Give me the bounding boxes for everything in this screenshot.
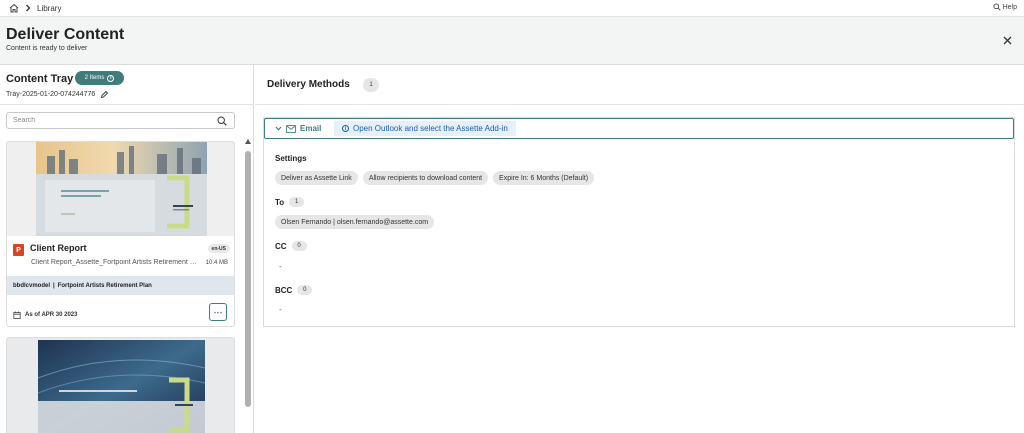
meta-separator: | xyxy=(53,282,55,289)
delivery-methods-count: 1 xyxy=(363,78,379,92)
pencil-icon[interactable] xyxy=(100,90,109,99)
file-name: Client Report_Assette_Fortpoint Artists … xyxy=(31,259,201,266)
settings-label-text: Settings xyxy=(275,154,307,163)
settings-label: Settings xyxy=(275,154,307,163)
tray-scrollbar[interactable] xyxy=(243,139,253,433)
mail-icon xyxy=(286,124,296,133)
cc-label: CC 0 xyxy=(275,241,307,251)
settings-chips: Deliver as Assette Link Allow recipients… xyxy=(275,171,595,185)
setting-chip-allow-download[interactable]: Allow recipients to download content xyxy=(362,171,489,185)
search-icon[interactable] xyxy=(217,116,227,126)
search-input[interactable] xyxy=(7,113,202,128)
setting-chip-expire[interactable]: Expire In: 6 Months (Default) xyxy=(493,171,595,185)
setting-chip-assette-link[interactable]: Deliver as Assette Link xyxy=(275,171,358,185)
powerpoint-icon: P xyxy=(13,244,24,256)
chevron-right-icon xyxy=(24,4,32,12)
outlook-instruction: i Open Outlook and select the Assette Ad… xyxy=(334,121,516,136)
meta-user: bbdlcvmodel xyxy=(13,282,51,289)
cc-count: 0 xyxy=(291,241,307,251)
bcc-empty: - xyxy=(279,305,282,314)
help-label: Help xyxy=(1002,3,1017,11)
more-icon: ⋯ xyxy=(213,306,223,317)
more-options-button[interactable]: ⋯ xyxy=(209,303,227,321)
cc-label-text: CC xyxy=(275,241,287,251)
info-icon: i xyxy=(342,125,349,132)
content-card[interactable]: P Client Report en-US Client Report_Asse… xyxy=(6,141,235,327)
email-method-panel: Email i Open Outlook and select the Asse… xyxy=(263,117,1015,327)
bcc-count: 0 xyxy=(297,285,313,295)
metadata-band: bbdlcvmodel | Fortpoint Artists Retireme… xyxy=(7,276,234,295)
close-icon xyxy=(1003,36,1011,44)
chevron-down-icon xyxy=(275,126,282,131)
page-title: Deliver Content xyxy=(6,26,125,43)
as-of-date: As of APR 30 2023 xyxy=(25,312,78,318)
email-method-header: Email i Open Outlook and select the Asse… xyxy=(264,118,1014,139)
email-toggle[interactable]: Email xyxy=(265,119,335,138)
search-box xyxy=(6,112,235,129)
info-icon: i xyxy=(107,74,115,82)
file-size: 10.4 MB xyxy=(205,260,228,266)
outlook-instruction-text: Open Outlook and select the Assette Add-… xyxy=(353,124,508,133)
page-subtitle: Content is ready to deliver xyxy=(6,45,88,52)
to-label: To 1 xyxy=(275,197,305,207)
close-button[interactable] xyxy=(1002,35,1012,45)
to-recipients: Olsen Fernando | olsen.fernando@assette.… xyxy=(275,215,435,229)
home-icon[interactable] xyxy=(9,3,19,13)
document-row: P Client Report en-US xyxy=(13,242,230,256)
tray-id-row: Tray-2025-01-20-074244776 xyxy=(6,90,109,99)
help-search-icon xyxy=(993,3,1001,11)
bcc-label-text: BCC xyxy=(275,285,293,295)
scrollbar-thumb[interactable] xyxy=(245,151,251,407)
to-label-text: To xyxy=(275,197,285,207)
items-count-badge[interactable]: 2 Items i xyxy=(75,71,124,85)
content-tray-panel: Content Tray 2 Items i Tray-2025-01-20-0… xyxy=(0,65,254,433)
report-thumbnail xyxy=(7,338,234,433)
email-label: Email xyxy=(300,124,322,133)
scroll-up-icon[interactable] xyxy=(245,139,251,144)
meta-plan: Fortpoint Artists Retirement Plan xyxy=(57,282,152,289)
document-name[interactable]: Client Report xyxy=(30,243,87,253)
items-count-label: 2 Items xyxy=(84,75,105,81)
breadcrumb-library[interactable]: Library xyxy=(37,4,61,13)
delivery-methods-panel: Delivery Methods 1 Email i Open Outlook … xyxy=(255,65,1024,433)
to-count: 1 xyxy=(289,197,305,207)
help-link[interactable]: Help xyxy=(993,3,1017,11)
divider xyxy=(0,104,254,105)
report-thumbnail xyxy=(7,142,234,236)
divider xyxy=(255,104,1024,105)
cc-empty: - xyxy=(279,262,282,271)
content-card[interactable] xyxy=(6,337,235,433)
recipient-chip[interactable]: Olsen Fernando | olsen.fernando@assette.… xyxy=(275,215,435,229)
bcc-label: BCC 0 xyxy=(275,285,313,295)
content-tray-title: Content Tray xyxy=(6,73,74,85)
as-of-row: As of APR 30 2023 xyxy=(13,311,77,319)
tray-id: Tray-2025-01-20-074244776 xyxy=(6,91,96,98)
calendar-icon xyxy=(13,311,21,319)
top-bar: Library Help xyxy=(0,0,1024,17)
page-header: Deliver Content Content is ready to deli… xyxy=(0,17,1024,65)
language-badge: en-US xyxy=(207,244,230,253)
delivery-methods-title: Delivery Methods xyxy=(267,79,350,90)
